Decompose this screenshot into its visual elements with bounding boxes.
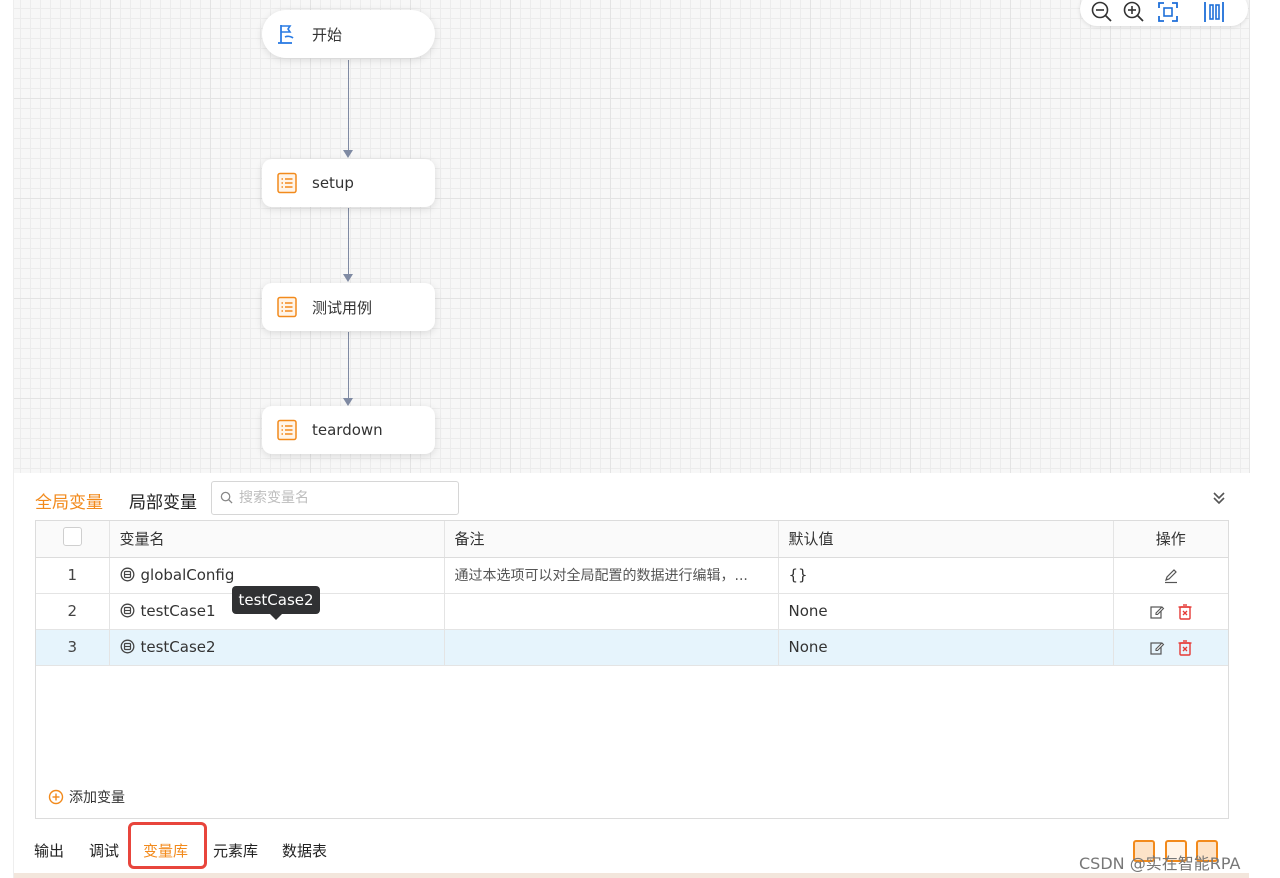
watermark: CSDN @实在智能RPA <box>1079 854 1241 873</box>
tab-data-table[interactable]: 数据表 <box>282 840 327 861</box>
flag-icon <box>276 23 298 45</box>
edit-icon[interactable] <box>1149 640 1165 656</box>
variable-note <box>444 593 779 630</box>
table-row[interactable]: 1 globalConfig 通过本选项可以对全局配置的数据进行编辑，... {… <box>36 557 1228 594</box>
tab-debug[interactable]: 调试 <box>89 840 119 861</box>
highlight-annotation <box>128 822 207 869</box>
collapse-panel-icon[interactable] <box>1210 489 1228 507</box>
flow-node-teardown[interactable]: teardown <box>262 406 435 454</box>
variable-icon <box>120 603 135 618</box>
tab-local-variables[interactable]: 局部变量 <box>129 488 197 513</box>
list-icon <box>276 419 298 441</box>
search-box <box>211 481 459 515</box>
list-icon <box>276 172 298 194</box>
flow-node-setup[interactable]: setup <box>262 159 435 207</box>
variable-icon <box>120 567 135 582</box>
delete-icon[interactable] <box>1177 603 1193 620</box>
edge-arrow <box>343 274 353 282</box>
list-icon <box>276 296 298 318</box>
variable-note <box>444 629 779 666</box>
edge-line <box>348 332 349 398</box>
column-header-default: 默认值 <box>778 521 1114 558</box>
right-strip <box>1249 0 1280 473</box>
variable-panel: 全局变量 局部变量 变量名 备注 默认值 <box>14 473 1249 878</box>
node-label: setup <box>312 174 354 192</box>
variable-name: globalConfig <box>140 566 235 584</box>
delete-icon[interactable] <box>1177 639 1193 656</box>
flow-canvas[interactable] <box>14 0 1249 473</box>
column-header-ops: 操作 <box>1113 521 1228 558</box>
add-variable-button[interactable]: 添加变量 <box>48 787 125 807</box>
tooltip-arrow <box>270 614 282 620</box>
edge-arrow <box>343 150 353 158</box>
row-index: 2 <box>36 593 110 630</box>
edge-line <box>348 208 349 274</box>
variable-default: {} <box>778 557 1114 594</box>
variable-name: testCase2 <box>140 638 216 656</box>
bottom-edge <box>14 873 1249 878</box>
zoom-in-icon[interactable] <box>1122 0 1146 24</box>
add-variable-label: 添加变量 <box>69 790 125 806</box>
variable-default: None <box>778 629 1114 666</box>
table-row[interactable]: 3 testCase2 None <box>36 629 1228 666</box>
tooltip: testCase2 <box>232 586 320 614</box>
variable-name: testCase1 <box>140 602 216 620</box>
flow-node-testcase[interactable]: 测试用例 <box>262 283 435 331</box>
align-icon[interactable] <box>1202 0 1226 24</box>
search-input[interactable] <box>239 490 449 506</box>
edit-icon[interactable] <box>1163 568 1179 584</box>
variable-note: 通过本选项可以对全局配置的数据进行编辑，... <box>444 557 779 594</box>
variable-table: 变量名 备注 默认值 操作 1 globalConfig 通过本选项可以对全局配… <box>35 520 1229 819</box>
node-label: teardown <box>312 421 383 439</box>
ops-cell <box>1113 557 1228 594</box>
tab-global-variables[interactable]: 全局变量 <box>35 488 103 513</box>
search-icon <box>220 489 233 508</box>
ops-cell <box>1113 593 1228 630</box>
ops-cell <box>1113 629 1228 666</box>
column-header-name: 变量名 <box>109 521 445 558</box>
fit-screen-icon[interactable] <box>1156 0 1180 24</box>
row-index: 3 <box>36 629 110 666</box>
node-label: 开始 <box>312 25 343 44</box>
add-circle-icon <box>48 789 64 805</box>
row-index: 1 <box>36 557 110 594</box>
variable-icon <box>120 639 135 654</box>
variable-name-cell: testCase2 <box>109 629 445 666</box>
edit-icon[interactable] <box>1149 604 1165 620</box>
table-row[interactable]: 2 testCase1 None <box>36 593 1228 630</box>
select-all-checkbox[interactable] <box>63 527 82 547</box>
flow-node-start[interactable]: 开始 <box>262 10 435 58</box>
zoom-toolbar <box>1080 0 1248 26</box>
edge-arrow <box>343 398 353 406</box>
node-label: 测试用例 <box>312 298 373 317</box>
tab-output[interactable]: 输出 <box>34 840 64 861</box>
variable-default: None <box>778 593 1114 630</box>
edge-line <box>348 60 349 150</box>
column-header-note: 备注 <box>444 521 779 558</box>
left-strip <box>0 0 14 878</box>
table-header: 变量名 备注 默认值 操作 <box>36 521 1228 558</box>
zoom-out-icon[interactable] <box>1090 0 1114 24</box>
tab-element-library[interactable]: 元素库 <box>213 840 258 861</box>
